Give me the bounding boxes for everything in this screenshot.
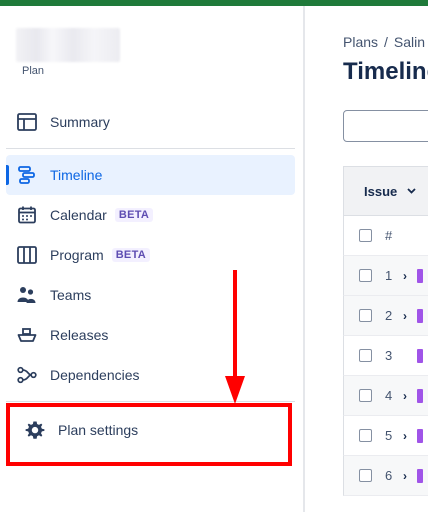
table-header-row: # [343,216,428,256]
issue-type-marker [417,468,423,483]
expand-chevron-icon[interactable]: › [403,469,413,483]
beta-badge: BETA [114,208,154,222]
columns-icon [16,244,38,266]
chevron-down-icon[interactable] [407,186,416,197]
sidebar-item-label: Program [50,247,104,263]
issue-table: Issue # 1 › 2 › 3 4 › 5 › 6 › [343,166,428,496]
breadcrumb-separator: / [384,34,388,50]
annotation-arrow-shaft [233,270,237,378]
panel-icon [16,111,38,133]
select-all-checkbox[interactable] [359,229,372,242]
dependency-icon [16,364,38,386]
sidebar-item-releases[interactable]: Releases [6,315,295,355]
number-column-header: # [385,228,393,243]
page-title: Timeline [343,58,428,85]
issue-type-marker [417,308,423,323]
table-row[interactable]: 1 › [343,256,428,296]
timeline-icon [16,164,38,186]
search-input[interactable] [343,110,428,142]
table-header: Issue [343,166,428,216]
annotation-highlight-box [6,403,292,466]
issue-type-marker [417,348,423,363]
breadcrumb-plan-link[interactable]: Salin [394,34,425,50]
row-checkbox[interactable] [359,389,372,402]
expand-chevron-icon[interactable]: › [403,429,413,443]
row-number: 1 [385,268,393,283]
annotation-arrow-head [225,376,245,404]
sidebar-item-label: Dependencies [50,367,140,383]
row-checkbox[interactable] [359,309,372,322]
row-number: 5 [385,428,393,443]
table-row[interactable]: 6 › [343,456,428,496]
expand-chevron-icon[interactable]: › [403,309,413,323]
people-icon [16,284,38,306]
expand-chevron-icon[interactable]: › [403,269,413,283]
table-row[interactable]: 2 › [343,296,428,336]
row-checkbox[interactable] [359,349,372,362]
row-checkbox[interactable] [359,429,372,442]
breadcrumb-plans-link[interactable]: Plans [343,34,378,50]
issue-type-marker [417,268,423,283]
sidebar-item-label: Calendar [50,207,107,223]
plan-name-redacted [16,28,120,62]
nav-divider [6,401,295,402]
row-number: 2 [385,308,393,323]
beta-badge: BETA [111,248,151,262]
row-checkbox[interactable] [359,469,372,482]
sidebar-item-teams[interactable]: Teams [6,275,295,315]
plan-header[interactable]: Plan [16,28,120,77]
sidebar-item-label: Timeline [50,167,103,183]
nav-divider [6,148,295,149]
issue-type-marker [417,428,423,443]
row-checkbox[interactable] [359,269,372,282]
sidebar-item-label: Summary [50,114,110,130]
sidebar-item-dependencies[interactable]: Dependencies [6,355,295,395]
row-number: 6 [385,468,393,483]
plan-subtitle: Plan [22,65,45,77]
sidebar-item-program[interactable]: Program BETA [6,235,295,275]
table-row[interactable]: 3 [343,336,428,376]
row-number: 3 [385,348,393,363]
expand-chevron-icon[interactable]: › [403,389,413,403]
sidebar-item-label: Teams [50,287,92,303]
table-row[interactable]: 4 › [343,376,428,416]
ship-icon [16,324,38,346]
issue-column-header[interactable]: Issue [364,184,397,199]
active-indicator [6,165,9,185]
sidebar-item-summary[interactable]: Summary [6,102,295,142]
calendar-icon [16,204,38,226]
breadcrumb: Plans / Salin [343,34,425,50]
sidebar-item-calendar[interactable]: Calendar BETA [6,195,295,235]
table-row[interactable]: 5 › [343,416,428,456]
main-content: Plans / Salin Timeline Issue # 1 › 2 › [305,6,428,512]
sidebar-item-timeline[interactable]: Timeline [6,155,295,195]
sidebar-item-label: Releases [50,327,109,343]
issue-type-marker [417,388,423,403]
row-number: 4 [385,388,393,403]
